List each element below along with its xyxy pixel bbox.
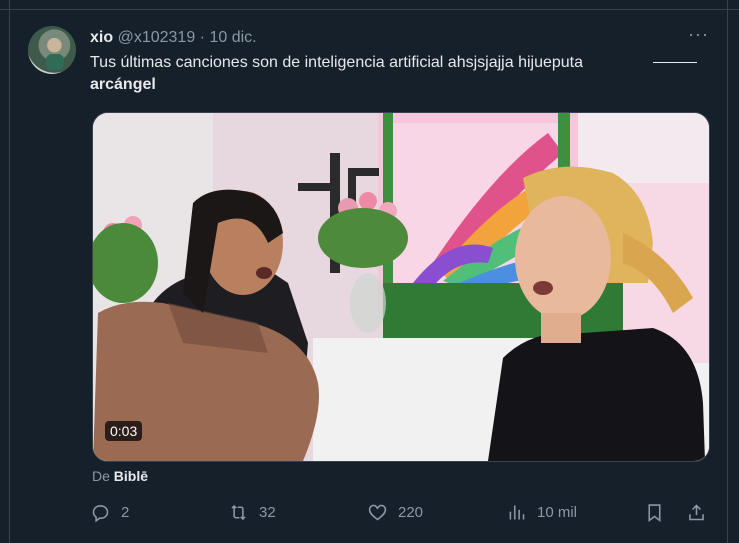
share-button[interactable] <box>686 502 707 523</box>
share-icon <box>689 504 704 521</box>
retweet-button[interactable]: 32 <box>228 502 276 523</box>
views-count: 10 mil <box>537 504 578 521</box>
left-border <box>9 0 10 543</box>
right-border <box>727 0 728 543</box>
like-button[interactable]: 220 <box>367 502 423 523</box>
display-name[interactable]: xio <box>90 29 113 46</box>
tweet-date[interactable]: 10 dic. <box>209 29 256 46</box>
reply-button[interactable]: 2 <box>90 502 129 523</box>
top-divider <box>0 0 739 10</box>
separator: · <box>199 29 205 46</box>
more-icon[interactable]: ··· <box>688 24 709 45</box>
action-bar: 2 32 220 10 mil <box>90 502 715 530</box>
from-prefix: De <box>92 468 110 484</box>
bookmark-icon <box>648 504 661 522</box>
tweet-text-bold: arcángel <box>90 76 156 93</box>
bookmark-button[interactable] <box>644 502 665 523</box>
avatar[interactable] <box>28 26 76 74</box>
strike-line <box>653 62 697 63</box>
from-attribution: De Biblē <box>92 468 148 484</box>
views-icon <box>509 505 525 520</box>
from-user[interactable]: Biblē <box>114 468 148 484</box>
reply-icon <box>92 505 109 523</box>
retweet-count: 32 <box>259 504 276 521</box>
tweet-header: xio @x102319 · 10 dic. <box>90 28 257 48</box>
reply-count: 2 <box>121 504 130 521</box>
like-icon <box>368 504 387 521</box>
views-button[interactable]: 10 mil <box>506 502 577 523</box>
video-frame <box>93 113 709 461</box>
tweet-text: Tus últimas canciones son de inteligenci… <box>90 52 710 96</box>
like-count: 220 <box>398 504 424 521</box>
video-duration: 0:03 <box>105 421 143 441</box>
handle[interactable]: @x102319 <box>118 29 196 46</box>
video-player[interactable]: 0:03 <box>92 112 710 462</box>
retweet-icon <box>231 504 246 521</box>
tweet-text-main: Tus últimas canciones son de inteligenci… <box>90 54 584 71</box>
